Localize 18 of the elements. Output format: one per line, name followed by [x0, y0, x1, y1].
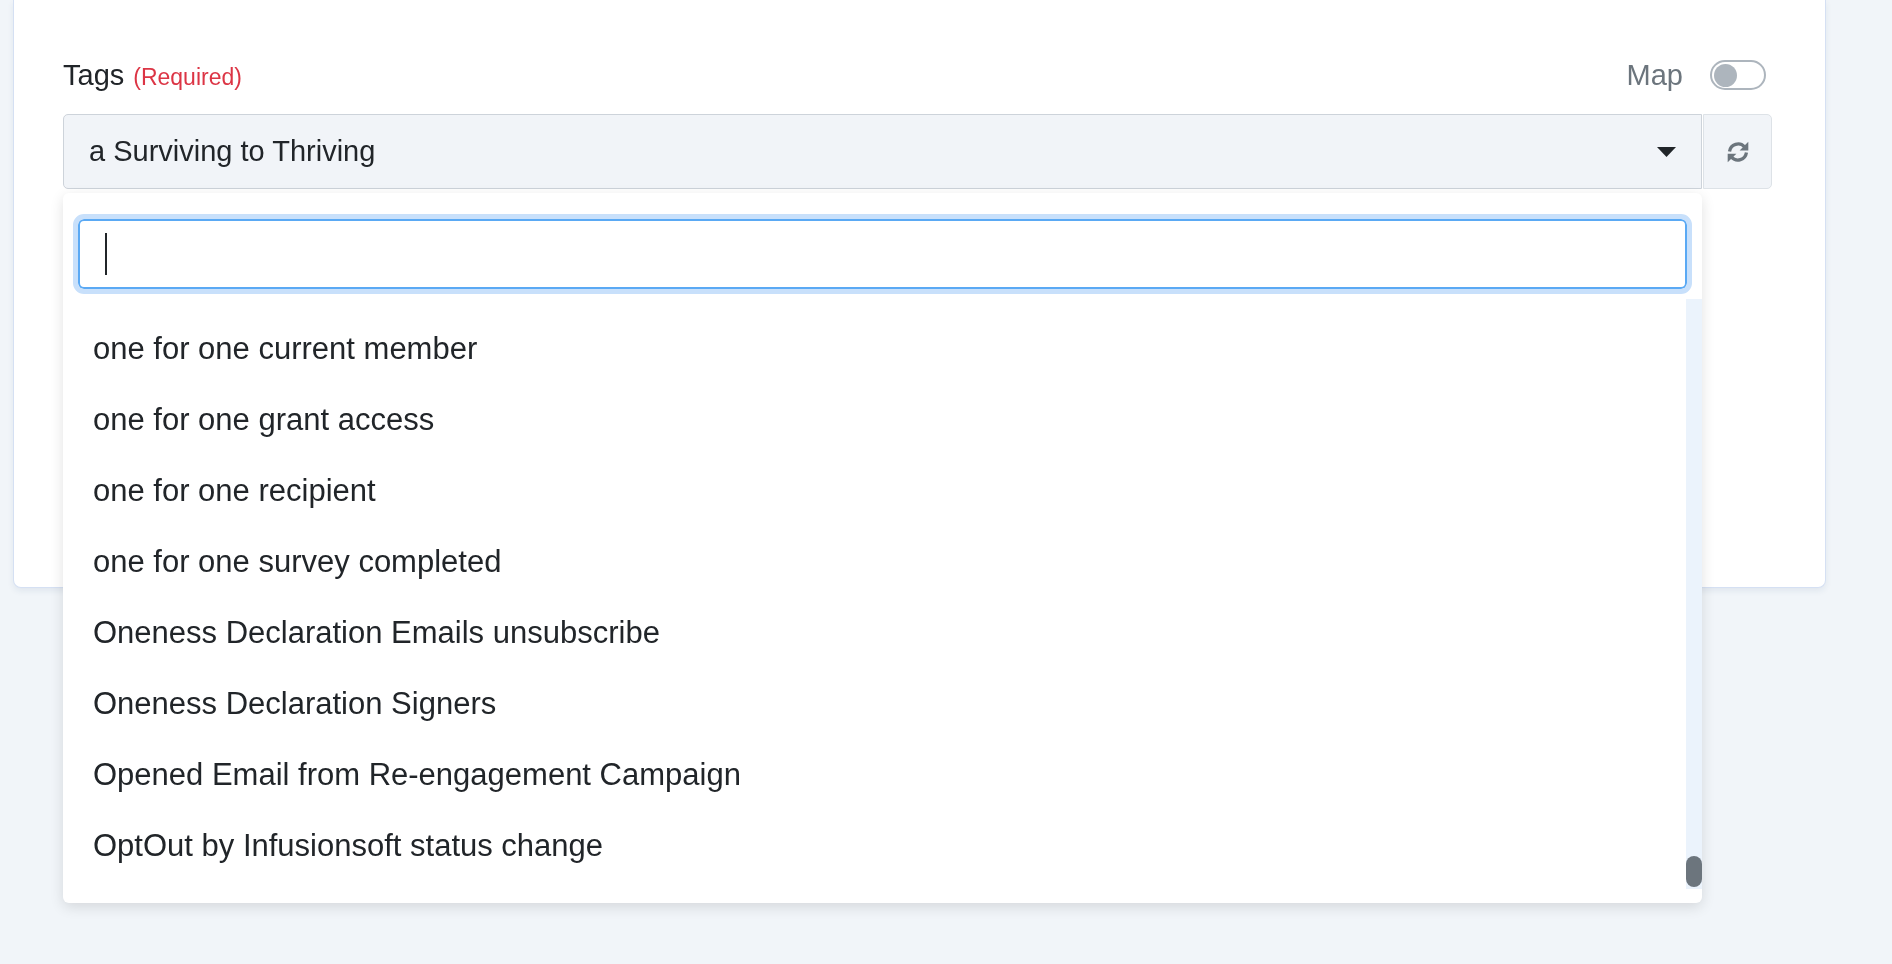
tag-option[interactable]: one for one survey completed [63, 526, 1686, 597]
toggle-label: Map [1626, 58, 1683, 92]
required-note: (Required) [133, 63, 242, 91]
map-toggle[interactable] [1710, 60, 1766, 90]
tag-option[interactable]: OptOut by Infusionsoft status change [63, 810, 1686, 881]
tag-option[interactable]: Oneness Declaration Emails unsubscribe [63, 597, 1686, 668]
refresh-button[interactable] [1703, 114, 1772, 189]
tag-select[interactable]: a Surviving to Thriving [63, 114, 1702, 189]
tag-option[interactable]: one for one recipient [63, 455, 1686, 526]
tag-option[interactable]: Oneness Declaration Signers [63, 668, 1686, 739]
search-field[interactable] [73, 214, 1692, 294]
tag-option[interactable]: one for one grant access [63, 384, 1686, 455]
text-cursor-icon [105, 233, 107, 275]
field-label: Tags [63, 58, 125, 92]
tag-option[interactable]: one for one current member [63, 313, 1686, 384]
caret-icon [1657, 146, 1676, 157]
tag-option[interactable]: Opened Email from Re-engagement Campaign [63, 739, 1686, 810]
scrollbar-thumb[interactable] [1686, 856, 1702, 887]
